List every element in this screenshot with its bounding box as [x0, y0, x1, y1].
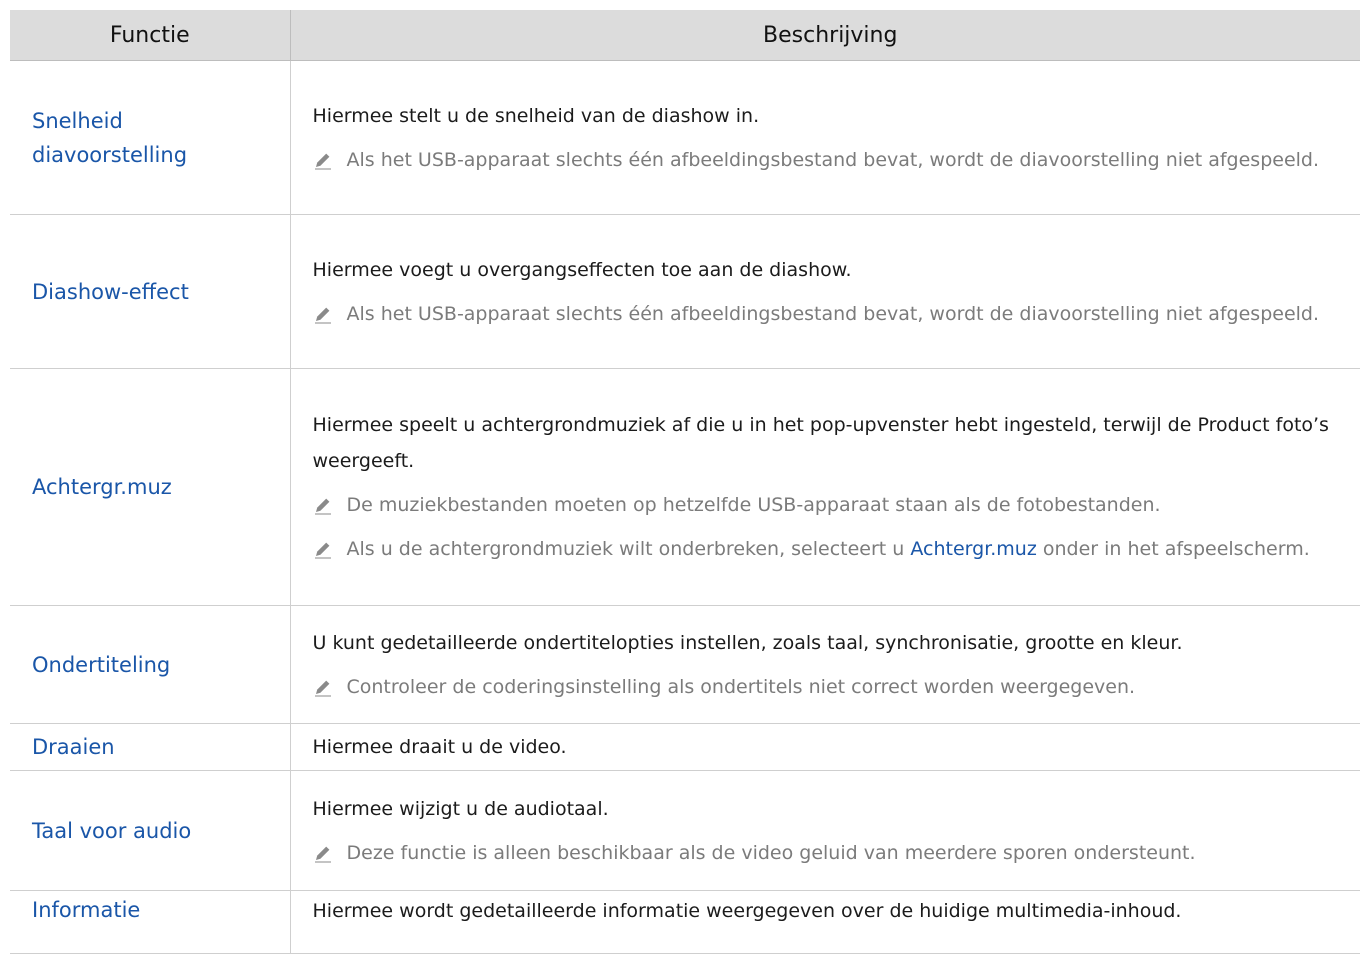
table-row: Snelheid diavoorstelling Hiermee stelt u…: [10, 61, 1360, 215]
note-text: Als u de achtergrondmuziek wilt onderbre…: [347, 531, 1360, 567]
note-text-before: Als u de achtergrondmuziek wilt onderbre…: [347, 538, 911, 560]
function-name-link[interactable]: Draaien: [10, 724, 290, 771]
note-text: Controleer de coderingsinstelling als on…: [347, 669, 1360, 705]
table-row: Informatie Hiermee wordt gedetailleerde …: [10, 891, 1360, 954]
function-name-link[interactable]: Snelheid diavoorstelling: [10, 61, 290, 215]
note: Controleer de coderingsinstelling als on…: [313, 669, 1360, 705]
achtergr-muz-link[interactable]: Achtergr.muz: [910, 538, 1036, 560]
function-name-link[interactable]: Taal voor audio: [10, 771, 290, 891]
description-text: Hiermee stelt u de snelheid van de diash…: [313, 98, 1360, 134]
description-text: U kunt gedetailleerde ondertitelopties i…: [313, 625, 1360, 661]
pencil-icon: [313, 531, 347, 567]
description-cell: Hiermee wijzigt u de audiotaal. Deze fun…: [290, 771, 1360, 891]
pencil-icon: [313, 487, 347, 523]
header-function: Functie: [10, 10, 290, 61]
pencil-icon: [313, 142, 347, 178]
description-text: Hiermee wordt gedetailleerde informatie …: [313, 893, 1360, 929]
note: Als het USB-apparaat slechts één afbeeld…: [313, 142, 1360, 178]
function-name-link[interactable]: Achtergr.muz: [10, 369, 290, 606]
note: De muziekbestanden moeten op hetzelfde U…: [313, 487, 1360, 523]
function-name-link[interactable]: Diashow-effect: [10, 215, 290, 369]
note-text-after: onder in het afspeelscherm.: [1037, 538, 1310, 560]
description-text: Hiermee speelt u achtergrondmuziek af di…: [313, 407, 1360, 479]
pencil-icon: [313, 669, 347, 705]
pencil-icon: [313, 296, 347, 332]
note-text: Als het USB-apparaat slechts één afbeeld…: [347, 142, 1360, 178]
function-name-link[interactable]: Ondertiteling: [10, 606, 290, 724]
description-text: Hiermee draait u de video.: [313, 729, 1360, 765]
note-text: Als het USB-apparaat slechts één afbeeld…: [347, 296, 1360, 332]
table-row: Achtergr.muz Hiermee speelt u achtergron…: [10, 369, 1360, 606]
function-table: Functie Beschrijving Snelheid diavoorste…: [10, 10, 1360, 954]
description-cell: Hiermee stelt u de snelheid van de diash…: [290, 61, 1360, 215]
header-description: Beschrijving: [290, 10, 1360, 61]
note: Deze functie is alleen beschikbaar als d…: [313, 835, 1360, 871]
description-cell: U kunt gedetailleerde ondertitelopties i…: [290, 606, 1360, 724]
description-text: Hiermee voegt u overgangseffecten toe aa…: [313, 252, 1360, 288]
description-text: Hiermee wijzigt u de audiotaal.: [313, 791, 1360, 827]
table-row: Ondertiteling U kunt gedetailleerde onde…: [10, 606, 1360, 724]
description-cell: Hiermee speelt u achtergrondmuziek af di…: [290, 369, 1360, 606]
note-text: Deze functie is alleen beschikbaar als d…: [347, 835, 1360, 871]
pencil-icon: [313, 835, 347, 871]
function-name-link[interactable]: Informatie: [10, 891, 290, 954]
table-row: Diashow-effect Hiermee voegt u overgangs…: [10, 215, 1360, 369]
note: Als het USB-apparaat slechts één afbeeld…: [313, 296, 1360, 332]
note: Als u de achtergrondmuziek wilt onderbre…: [313, 531, 1360, 567]
note-text: De muziekbestanden moeten op hetzelfde U…: [347, 487, 1360, 523]
table-header-row: Functie Beschrijving: [10, 10, 1360, 61]
table-row: Taal voor audio Hiermee wijzigt u de aud…: [10, 771, 1360, 891]
description-cell: Hiermee draait u de video.: [290, 724, 1360, 771]
description-cell: Hiermee wordt gedetailleerde informatie …: [290, 891, 1360, 954]
table-row: Draaien Hiermee draait u de video.: [10, 724, 1360, 771]
description-cell: Hiermee voegt u overgangseffecten toe aa…: [290, 215, 1360, 369]
